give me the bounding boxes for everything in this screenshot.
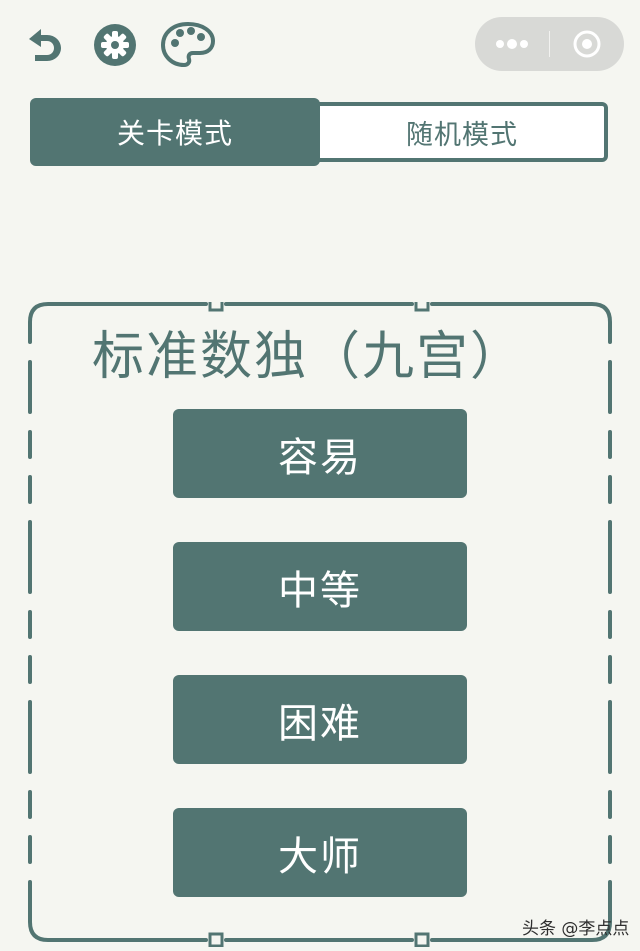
difficulty-medium-button[interactable]: 中等 — [173, 542, 467, 631]
difficulty-master-button[interactable]: 大师 — [173, 808, 467, 897]
back-arrow-icon — [29, 29, 61, 61]
back-button[interactable] — [20, 22, 66, 68]
settings-button[interactable] — [92, 22, 138, 68]
watermark-text: 头条 @李点点 — [522, 919, 630, 939]
difficulty-board: 标准数独（九宫） 容易 中等 困难 大师 — [28, 302, 612, 947]
gear-icon — [94, 24, 136, 66]
more-dots-icon — [496, 39, 528, 49]
more-button[interactable] — [475, 17, 549, 71]
top-toolbar — [0, 0, 640, 90]
tab-level-mode[interactable]: 关卡模式 — [30, 98, 320, 166]
board-title: 标准数独（九宫） — [92, 327, 525, 387]
close-button[interactable] — [550, 17, 624, 71]
target-circle-icon — [573, 30, 601, 58]
palette-icon — [160, 21, 216, 68]
mini-program-capsule — [475, 17, 624, 71]
theme-button[interactable] — [160, 21, 216, 68]
difficulty-easy-button[interactable]: 容易 — [173, 409, 467, 498]
difficulty-hard-button[interactable]: 困难 — [173, 675, 467, 764]
mode-tabs: 关卡模式 随机模式 — [30, 98, 608, 166]
tab-random-mode[interactable]: 随机模式 — [310, 102, 608, 162]
